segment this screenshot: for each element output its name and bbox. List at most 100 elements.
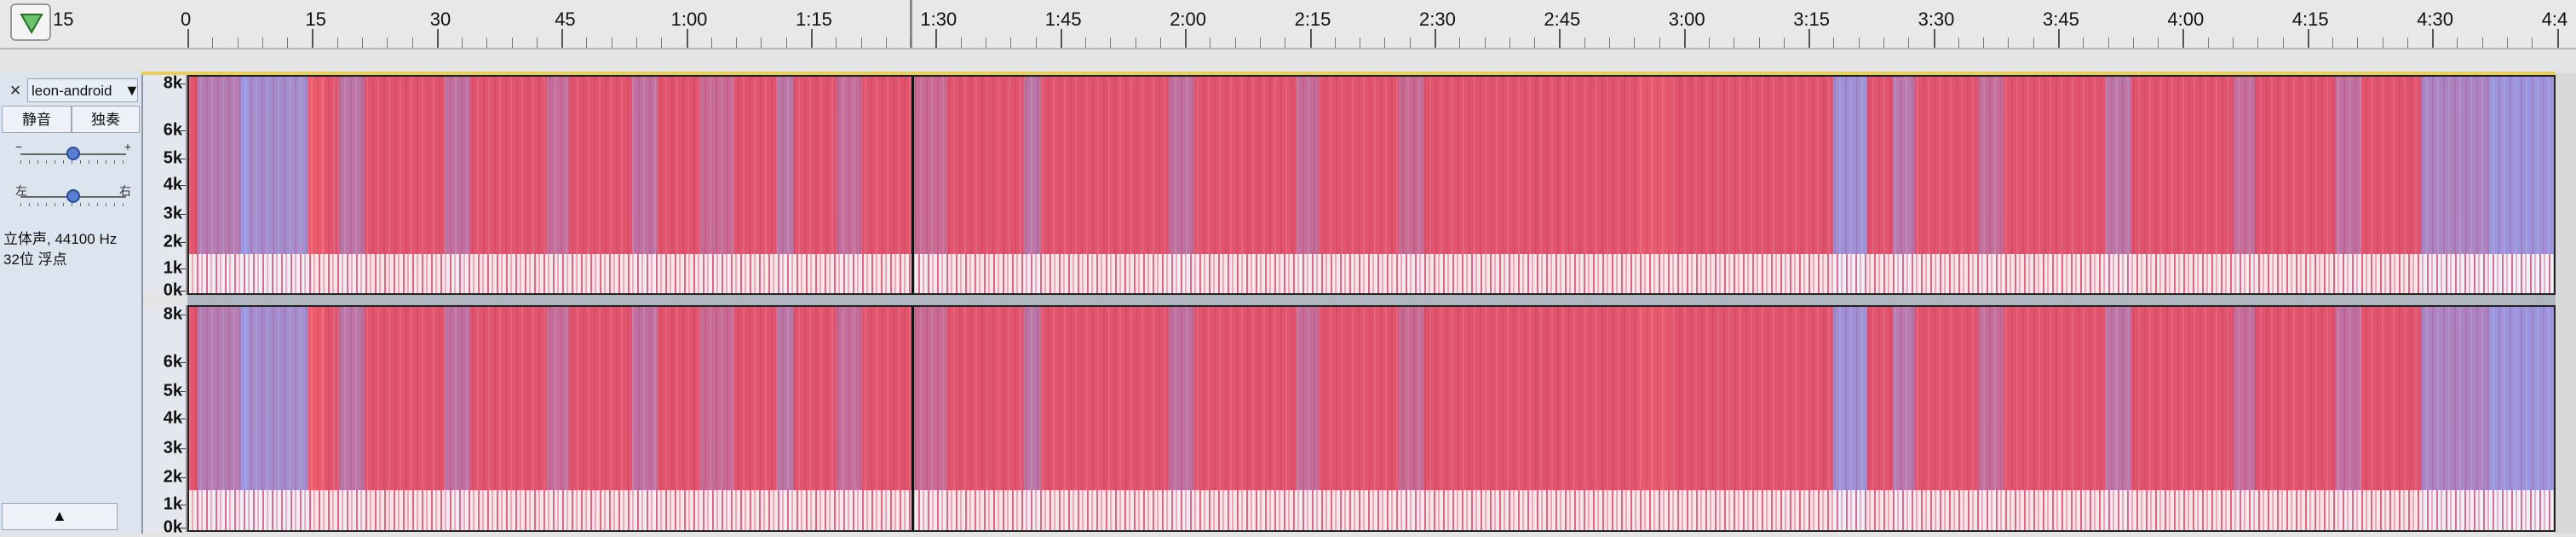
ruler-minor-tick bbox=[1234, 38, 1236, 48]
ruler-minor-tick bbox=[1085, 38, 1087, 48]
ruler-label: 1:30 bbox=[920, 9, 957, 30]
ruler-minor-tick bbox=[462, 38, 463, 48]
ruler-label: 3:15 bbox=[1793, 9, 1831, 30]
ruler-minor-tick bbox=[2232, 38, 2234, 48]
ruler-minor-tick bbox=[2507, 38, 2509, 48]
spectrogram-left-channel[interactable] bbox=[187, 75, 2556, 295]
spectrogram-low-band bbox=[189, 254, 2554, 293]
ruler-minor-tick bbox=[287, 38, 289, 48]
ruler-minor-tick bbox=[511, 38, 513, 48]
playhead-line bbox=[911, 77, 914, 293]
frequency-tick bbox=[179, 213, 186, 215]
ruler-minor-tick bbox=[1634, 38, 1636, 48]
ruler-major-tick bbox=[1185, 29, 1187, 48]
pan-slider[interactable]: 左 右 bbox=[14, 182, 133, 208]
ruler-major-tick bbox=[686, 29, 688, 48]
ruler-minor-tick bbox=[2132, 38, 2134, 48]
ruler-label: 30 bbox=[429, 9, 451, 30]
ruler-minor-tick bbox=[1035, 38, 1037, 48]
ruler-minor-tick bbox=[836, 38, 837, 48]
ruler-minor-tick bbox=[1908, 38, 1910, 48]
pan-slider-ticks bbox=[20, 203, 126, 206]
ruler-label: 3:45 bbox=[2043, 9, 2079, 30]
ruler-major-tick bbox=[187, 29, 189, 48]
ruler-minor-tick bbox=[411, 38, 413, 48]
frequency-tick bbox=[179, 391, 186, 393]
ruler-label: 15 bbox=[305, 9, 326, 30]
ruler-major-tick bbox=[1309, 29, 1312, 48]
ruler-minor-tick bbox=[2481, 38, 2483, 48]
frequency-tick bbox=[179, 242, 186, 244]
track-format-info: 立体声, 44100 Hz bbox=[3, 231, 118, 247]
ruler-label: 4:30 bbox=[2417, 9, 2454, 30]
track-sample-format: 32位 浮点 bbox=[3, 251, 67, 268]
ruler-label: 1:45 bbox=[1044, 9, 1082, 30]
ruler-minor-tick bbox=[2406, 38, 2408, 48]
chevron-down-icon[interactable]: ▼ bbox=[124, 78, 140, 102]
frequency-ruler-right-channel[interactable]: 8k 6k 5k 4k 3k 2k 1k 0k bbox=[143, 304, 187, 536]
close-track-button[interactable]: × bbox=[3, 78, 27, 102]
ruler-label: 3:30 bbox=[1918, 9, 1955, 30]
ruler-minor-tick bbox=[2457, 38, 2458, 48]
ruler-minor-tick bbox=[761, 38, 762, 48]
ruler-label: 2:30 bbox=[1419, 9, 1456, 30]
ruler-minor-tick bbox=[1384, 38, 1386, 48]
ruler-minor-tick bbox=[2257, 38, 2259, 48]
gain-slider-ticks bbox=[20, 160, 126, 164]
ruler-label: 1:15 bbox=[796, 9, 832, 30]
ruler-minor-tick bbox=[1509, 38, 1510, 48]
ruler-minor-tick bbox=[586, 38, 588, 48]
ruler-minor-tick bbox=[2207, 38, 2209, 48]
play-at-speed-button[interactable] bbox=[10, 3, 51, 41]
ruler-minor-tick bbox=[2158, 38, 2159, 48]
ruler-major-tick bbox=[1435, 29, 1436, 48]
ruler-minor-tick bbox=[361, 38, 363, 48]
ruler-minor-tick bbox=[1858, 38, 1860, 48]
ruler-minor-tick bbox=[1334, 38, 1336, 48]
frequency-ruler-left-channel[interactable]: 8k 6k 5k 4k 3k 2k 1k 0k bbox=[143, 74, 187, 299]
ruler-label: 4:4 bbox=[2541, 9, 2568, 30]
channel-separator bbox=[187, 295, 2556, 305]
gain-minus-label: − bbox=[15, 140, 23, 153]
ruler-minor-tick bbox=[237, 38, 239, 48]
ruler-minor-tick bbox=[387, 38, 388, 48]
ruler-major-tick bbox=[2058, 29, 2060, 48]
ruler-major-tick bbox=[935, 29, 938, 48]
ruler-minor-tick bbox=[1659, 38, 1660, 48]
ruler-minor-tick bbox=[736, 38, 738, 48]
solo-button[interactable]: 独奏 bbox=[72, 106, 140, 133]
ruler-label: 1:00 bbox=[670, 9, 708, 30]
collapse-track-button[interactable]: ▲ bbox=[2, 503, 118, 530]
ruler-label: 4:00 bbox=[2167, 9, 2205, 30]
ruler-major-tick bbox=[2432, 29, 2435, 48]
ruler-minor-tick bbox=[486, 38, 488, 48]
mute-button[interactable]: 静音 bbox=[2, 106, 72, 133]
ruler-minor-tick bbox=[1584, 38, 1585, 48]
gain-slider-knob[interactable] bbox=[66, 147, 80, 160]
frequency-tick bbox=[179, 361, 186, 363]
ruler-label: 3:00 bbox=[1668, 9, 1705, 30]
ruler-minor-tick bbox=[2033, 38, 2034, 48]
timeline-ruler[interactable]: 15 0 15 30 45 1:00 1:15 1:30 1:45 2:00 2:15 2:30 2:4… bbox=[0, 0, 2576, 49]
ruler-minor-tick bbox=[785, 38, 787, 48]
track-name-menu[interactable]: leon-android bbox=[27, 78, 138, 102]
ruler-minor-tick bbox=[1110, 38, 1112, 48]
pan-slider-knob[interactable] bbox=[66, 189, 80, 203]
ruler-minor-tick bbox=[1883, 38, 1885, 48]
frequency-tick bbox=[179, 477, 186, 479]
play-triangle-icon bbox=[20, 14, 43, 35]
ruler-minor-tick bbox=[1534, 38, 1536, 48]
ruler-major-tick bbox=[436, 29, 439, 48]
track-control-panel: × leon-android ▼ 静音 独奏 − + 左 右 立体声, 4410… bbox=[0, 73, 143, 534]
ruler-minor-tick bbox=[885, 38, 887, 48]
gain-slider[interactable]: − + bbox=[14, 140, 133, 165]
ruler-minor-tick bbox=[1159, 38, 1161, 48]
ruler-label: 2:00 bbox=[1170, 9, 1207, 30]
ruler-minor-tick bbox=[1983, 38, 1985, 48]
frequency-tick bbox=[179, 290, 186, 292]
right-scroll-gutter[interactable] bbox=[2556, 73, 2576, 534]
ruler-minor-tick bbox=[1409, 38, 1411, 48]
ruler-minor-tick bbox=[1783, 38, 1785, 48]
spectrogram-right-channel[interactable] bbox=[187, 305, 2556, 532]
ruler-minor-tick bbox=[710, 38, 712, 48]
